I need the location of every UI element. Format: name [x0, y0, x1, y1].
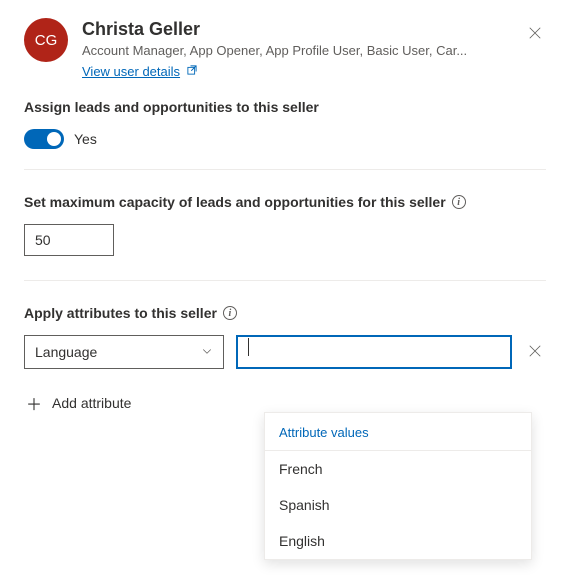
assign-toggle[interactable]	[24, 129, 64, 149]
add-attribute-label: Add attribute	[52, 395, 131, 411]
capacity-label-text: Set maximum capacity of leads and opport…	[24, 194, 446, 210]
dropdown-option[interactable]: English	[265, 523, 531, 559]
plus-icon: ＋	[26, 391, 42, 415]
assign-section-label: Assign leads and opportunities to this s…	[24, 99, 546, 115]
close-button[interactable]	[524, 22, 546, 48]
capacity-section-label: Set maximum capacity of leads and opport…	[24, 194, 546, 210]
view-user-details-link[interactable]: View user details	[82, 64, 198, 79]
info-icon[interactable]: i	[452, 195, 466, 209]
page-title: Christa Geller	[82, 18, 510, 41]
attribute-key-select[interactable]: Language	[24, 335, 224, 369]
popout-icon	[186, 64, 198, 79]
divider	[24, 169, 546, 170]
attribute-key-value: Language	[35, 344, 97, 360]
dropdown-option[interactable]: Spanish	[265, 487, 531, 523]
attributes-label-text: Apply attributes to this seller	[24, 305, 217, 321]
attributes-section-label: Apply attributes to this seller i	[24, 305, 546, 321]
add-attribute-button[interactable]: ＋ Add attribute	[24, 387, 133, 419]
assign-toggle-value: Yes	[74, 131, 97, 147]
info-icon[interactable]: i	[223, 306, 237, 320]
remove-attribute-button[interactable]	[524, 340, 546, 365]
user-roles: Account Manager, App Opener, App Profile…	[82, 43, 482, 58]
capacity-input[interactable]	[24, 224, 114, 256]
dropdown-header: Attribute values	[265, 413, 531, 451]
avatar: CG	[24, 18, 68, 62]
dropdown-option[interactable]: French	[265, 451, 531, 487]
attribute-value-dropdown: Attribute values French Spanish English	[264, 412, 532, 560]
chevron-down-icon	[201, 344, 213, 360]
attribute-value-input[interactable]	[236, 335, 512, 369]
toggle-knob	[47, 132, 61, 146]
view-user-details-label: View user details	[82, 64, 180, 79]
text-cursor	[248, 338, 249, 356]
divider	[24, 280, 546, 281]
